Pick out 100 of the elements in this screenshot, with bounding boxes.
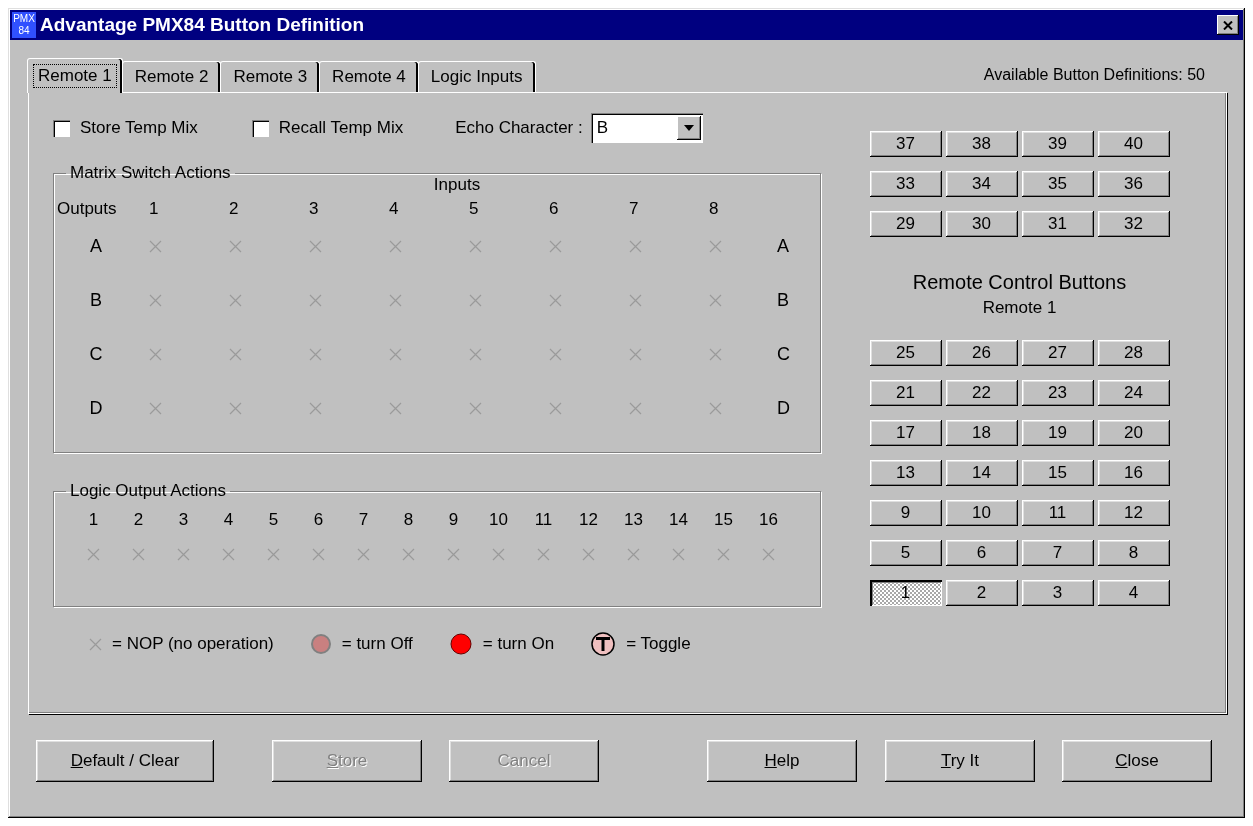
- cross-icon[interactable]: [469, 401, 482, 415]
- number-button[interactable]: 27: [1021, 340, 1094, 366]
- cross-icon[interactable]: [549, 293, 562, 307]
- cross-icon[interactable]: [717, 547, 730, 561]
- cross-icon[interactable]: [402, 547, 415, 561]
- cross-icon[interactable]: [267, 547, 280, 561]
- cross-icon[interactable]: [469, 347, 482, 361]
- cross-icon[interactable]: [309, 293, 322, 307]
- number-button[interactable]: 22: [945, 380, 1018, 406]
- cross-icon[interactable]: [627, 547, 640, 561]
- cross-icon[interactable]: [549, 239, 562, 253]
- cross-icon[interactable]: [672, 547, 685, 561]
- dialog-button[interactable]: Try It: [885, 740, 1035, 782]
- number-button[interactable]: 29: [869, 211, 942, 237]
- number-button[interactable]: 36: [1097, 171, 1170, 197]
- number-button[interactable]: 34: [945, 171, 1018, 197]
- number-button[interactable]: 24: [1097, 380, 1170, 406]
- cross-icon[interactable]: [537, 547, 550, 561]
- number-button[interactable]: 35: [1021, 171, 1094, 197]
- number-button[interactable]: 25: [869, 340, 942, 366]
- number-button[interactable]: 14: [945, 460, 1018, 486]
- dialog-button[interactable]: Default / Clear: [36, 740, 214, 782]
- number-button[interactable]: 4: [1097, 580, 1170, 606]
- cross-icon[interactable]: [357, 547, 370, 561]
- tab[interactable]: Logic Inputs: [417, 61, 536, 92]
- cross-icon[interactable]: [709, 401, 722, 415]
- cross-icon[interactable]: [549, 401, 562, 415]
- number-button[interactable]: 32: [1097, 211, 1170, 237]
- cross-icon[interactable]: [222, 547, 235, 561]
- cross-icon[interactable]: [229, 401, 242, 415]
- dialog-button[interactable]: Close: [1062, 740, 1212, 782]
- cross-icon[interactable]: [389, 239, 402, 253]
- cross-icon[interactable]: [177, 547, 190, 561]
- number-button[interactable]: 26: [945, 340, 1018, 366]
- cross-icon[interactable]: [229, 293, 242, 307]
- cross-icon[interactable]: [132, 547, 145, 561]
- cross-icon[interactable]: [389, 293, 402, 307]
- number-button[interactable]: 19: [1021, 420, 1094, 446]
- cross-icon[interactable]: [709, 347, 722, 361]
- close-button[interactable]: [1217, 15, 1239, 35]
- number-button[interactable]: 1: [869, 580, 942, 606]
- cross-icon[interactable]: [389, 347, 402, 361]
- number-button[interactable]: 40: [1097, 131, 1170, 157]
- number-button[interactable]: 38: [945, 131, 1018, 157]
- cross-icon[interactable]: [492, 547, 505, 561]
- number-button[interactable]: 39: [1021, 131, 1094, 157]
- cross-icon[interactable]: [149, 347, 162, 361]
- number-button[interactable]: 23: [1021, 380, 1094, 406]
- number-button[interactable]: 9: [869, 500, 942, 526]
- dialog-button[interactable]: Help: [707, 740, 857, 782]
- checkbox[interactable]: [53, 119, 70, 137]
- number-button[interactable]: 13: [869, 460, 942, 486]
- cross-icon[interactable]: [469, 293, 482, 307]
- cross-icon[interactable]: [389, 401, 402, 415]
- cross-icon[interactable]: [229, 239, 242, 253]
- cross-icon[interactable]: [709, 239, 722, 253]
- cross-icon[interactable]: [469, 239, 482, 253]
- cross-icon[interactable]: [629, 347, 642, 361]
- cross-icon[interactable]: [629, 239, 642, 253]
- cross-icon[interactable]: [149, 239, 162, 253]
- number-button[interactable]: 28: [1097, 340, 1170, 366]
- number-button[interactable]: 15: [1021, 460, 1094, 486]
- cross-icon[interactable]: [309, 347, 322, 361]
- number-button[interactable]: 37: [869, 131, 942, 157]
- number-button[interactable]: 12: [1097, 500, 1170, 526]
- number-button[interactable]: 10: [945, 500, 1018, 526]
- cross-icon[interactable]: [629, 401, 642, 415]
- number-button[interactable]: 16: [1097, 460, 1170, 486]
- checkbox[interactable]: [251, 119, 269, 137]
- cross-icon[interactable]: [309, 239, 322, 253]
- number-button[interactable]: 30: [945, 211, 1018, 237]
- tab[interactable]: Remote 3: [220, 61, 321, 92]
- cross-icon[interactable]: [229, 347, 242, 361]
- number-button[interactable]: 18: [945, 420, 1018, 446]
- cross-icon[interactable]: [149, 293, 162, 307]
- echo-dropdown[interactable]: B: [590, 113, 703, 143]
- number-button[interactable]: 2: [945, 580, 1018, 606]
- number-button[interactable]: 31: [1021, 211, 1094, 237]
- cross-icon[interactable]: [447, 547, 460, 561]
- tab[interactable]: Remote 1: [27, 58, 123, 93]
- cross-icon[interactable]: [629, 293, 642, 307]
- number-button[interactable]: 33: [869, 171, 942, 197]
- cross-icon[interactable]: [762, 547, 775, 561]
- number-button[interactable]: 20: [1097, 420, 1170, 446]
- number-button[interactable]: 5: [869, 540, 942, 566]
- cross-icon[interactable]: [582, 547, 595, 561]
- number-button[interactable]: 17: [869, 420, 942, 446]
- cross-icon[interactable]: [312, 547, 325, 561]
- tab[interactable]: Remote 2: [121, 61, 222, 92]
- tab[interactable]: Remote 4: [319, 61, 419, 92]
- cross-icon[interactable]: [709, 293, 722, 307]
- cross-icon[interactable]: [149, 401, 162, 415]
- number-button[interactable]: 7: [1021, 540, 1094, 566]
- number-button[interactable]: 6: [945, 540, 1018, 566]
- cross-icon[interactable]: [309, 401, 322, 415]
- number-button[interactable]: 11: [1021, 500, 1094, 526]
- number-button[interactable]: 3: [1021, 580, 1094, 606]
- number-button[interactable]: 8: [1097, 540, 1170, 566]
- cross-icon[interactable]: [87, 547, 100, 561]
- cross-icon[interactable]: [549, 347, 562, 361]
